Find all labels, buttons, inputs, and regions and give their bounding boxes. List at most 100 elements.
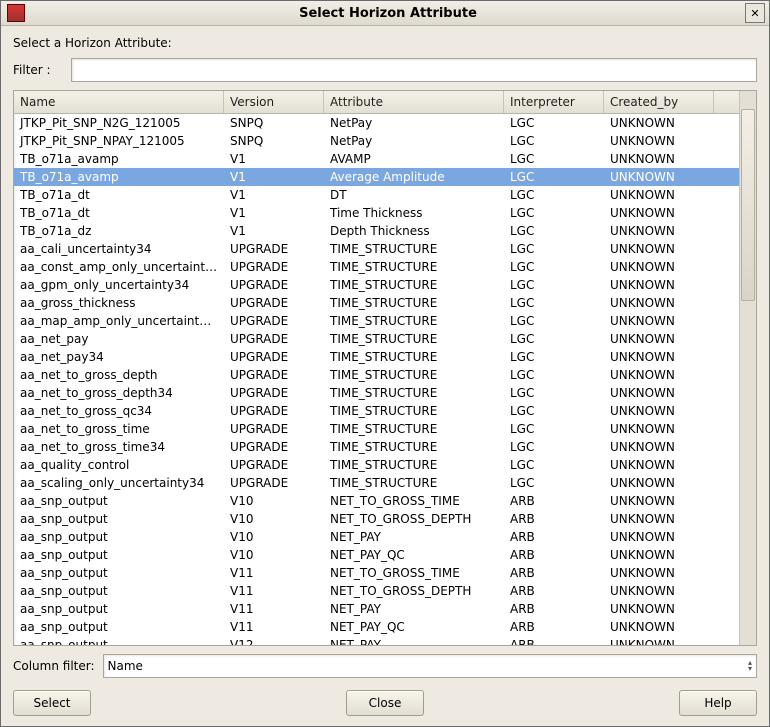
table-row[interactable]: aa_quality_controlUPGRADETIME_STRUCTUREL… <box>14 456 739 474</box>
table-cell: TIME_STRUCTURE <box>324 242 504 256</box>
table-cell: UNKNOWN <box>604 422 714 436</box>
title-bar[interactable]: Select Horizon Attribute ✕ <box>1 1 769 26</box>
window-title: Select Horizon Attribute <box>31 6 745 21</box>
table-cell: UPGRADE <box>224 278 324 292</box>
col-header-version[interactable]: Version <box>224 91 324 113</box>
table-row[interactable]: aa_snp_outputV10NET_PAY_QCARBUNKNOWN <box>14 546 739 564</box>
filter-label: Filter : <box>13 63 63 77</box>
table-cell: TIME_STRUCTURE <box>324 404 504 418</box>
close-button[interactable]: Close <box>346 690 424 716</box>
table-cell: V10 <box>224 512 324 526</box>
table-cell: aa_const_amp_only_uncertainty34 <box>14 260 224 274</box>
table-cell: LGC <box>504 314 604 328</box>
col-header-createdby[interactable]: Created_by <box>604 91 714 113</box>
table-cell: SNPQ <box>224 134 324 148</box>
table-cell: Depth Thickness <box>324 224 504 238</box>
table-row[interactable]: TB_o71a_dtV1Time ThicknessLGCUNKNOWN <box>14 204 739 222</box>
vertical-scrollbar[interactable] <box>739 91 756 645</box>
table-cell: TIME_STRUCTURE <box>324 476 504 490</box>
table-row[interactable]: aa_scaling_only_uncertainty34UPGRADETIME… <box>14 474 739 492</box>
table-row[interactable]: TB_o71a_avampV1AVAMPLGCUNKNOWN <box>14 150 739 168</box>
table-cell: ARB <box>504 584 604 598</box>
table-row[interactable]: aa_snp_outputV11NET_PAY_QCARBUNKNOWN <box>14 618 739 636</box>
table-cell: aa_map_amp_only_uncertainty34 <box>14 314 224 328</box>
table-cell: UPGRADE <box>224 368 324 382</box>
table-row[interactable]: aa_gpm_only_uncertainty34UPGRADETIME_STR… <box>14 276 739 294</box>
table-row[interactable]: aa_net_to_gross_depthUPGRADETIME_STRUCTU… <box>14 366 739 384</box>
table-row[interactable]: aa_gross_thicknessUPGRADETIME_STRUCTUREL… <box>14 294 739 312</box>
table-cell: LGC <box>504 350 604 364</box>
table-row[interactable]: aa_net_to_gross_depth34UPGRADETIME_STRUC… <box>14 384 739 402</box>
table-cell: V10 <box>224 548 324 562</box>
table-row[interactable]: aa_net_pay34UPGRADETIME_STRUCTURELGCUNKN… <box>14 348 739 366</box>
table-cell: LGC <box>504 386 604 400</box>
table-row[interactable]: aa_snp_outputV11NET_PAYARBUNKNOWN <box>14 600 739 618</box>
table-cell: ARB <box>504 548 604 562</box>
table-body[interactable]: JTKP_Pit_SNP_N2G_121005SNPQNetPayLGCUNKN… <box>14 114 739 645</box>
table-cell: DT <box>324 188 504 202</box>
table-cell: UPGRADE <box>224 404 324 418</box>
table-cell: SNPQ <box>224 116 324 130</box>
table-cell: NET_TO_GROSS_DEPTH <box>324 584 504 598</box>
table-row[interactable]: aa_map_amp_only_uncertainty34UPGRADETIME… <box>14 312 739 330</box>
table-cell: TIME_STRUCTURE <box>324 368 504 382</box>
table-cell: LGC <box>504 242 604 256</box>
table-cell: aa_snp_output <box>14 494 224 508</box>
scrollbar-thumb[interactable] <box>741 109 755 301</box>
table-cell: NET_PAY <box>324 530 504 544</box>
table-row[interactable]: aa_net_to_gross_qc34UPGRADETIME_STRUCTUR… <box>14 402 739 420</box>
table-row[interactable]: JTKP_Pit_SNP_N2G_121005SNPQNetPayLGCUNKN… <box>14 114 739 132</box>
col-header-name[interactable]: Name <box>14 91 224 113</box>
table-cell: NetPay <box>324 116 504 130</box>
table-cell: TIME_STRUCTURE <box>324 260 504 274</box>
table-row[interactable]: TB_o71a_dzV1Depth ThicknessLGCUNKNOWN <box>14 222 739 240</box>
table-cell: LGC <box>504 404 604 418</box>
table-row[interactable]: TB_o71a_avampV1Average AmplitudeLGCUNKNO… <box>14 168 739 186</box>
table-cell: NET_PAY <box>324 638 504 645</box>
select-button[interactable]: Select <box>13 690 91 716</box>
close-icon[interactable]: ✕ <box>745 3 765 23</box>
col-header-attribute[interactable]: Attribute <box>324 91 504 113</box>
table-row[interactable]: aa_net_to_gross_timeUPGRADETIME_STRUCTUR… <box>14 420 739 438</box>
table-row[interactable]: aa_cali_uncertainty34UPGRADETIME_STRUCTU… <box>14 240 739 258</box>
table-row[interactable]: aa_snp_outputV10NET_PAYARBUNKNOWN <box>14 528 739 546</box>
column-filter-combo[interactable]: Name ▴▾ <box>103 654 757 678</box>
table-row[interactable]: aa_snp_outputV11NET_TO_GROSS_TIMEARBUNKN… <box>14 564 739 582</box>
table-row[interactable]: aa_snp_outputV12NET_PAYARBUNKNOWN <box>14 636 739 645</box>
table-cell: V1 <box>224 188 324 202</box>
table-row[interactable]: aa_snp_outputV10NET_TO_GROSS_DEPTHARBUNK… <box>14 510 739 528</box>
table-cell: UNKNOWN <box>604 512 714 526</box>
column-filter-row: Column filter: Name ▴▾ <box>13 654 757 678</box>
table-cell: LGC <box>504 116 604 130</box>
table-cell: V12 <box>224 638 324 645</box>
table-cell: UPGRADE <box>224 476 324 490</box>
table-cell: UNKNOWN <box>604 278 714 292</box>
table-row[interactable]: aa_snp_outputV11NET_TO_GROSS_DEPTHARBUNK… <box>14 582 739 600</box>
table-row[interactable]: aa_const_amp_only_uncertainty34UPGRADETI… <box>14 258 739 276</box>
table-cell: UPGRADE <box>224 440 324 454</box>
table-cell: aa_snp_output <box>14 566 224 580</box>
table[interactable]: Name Version Attribute Interpreter Creat… <box>14 91 739 645</box>
table-cell: LGC <box>504 476 604 490</box>
table-cell: LGC <box>504 170 604 184</box>
table-row[interactable]: JTKP_Pit_SNP_NPAY_121005SNPQNetPayLGCUNK… <box>14 132 739 150</box>
table-cell: LGC <box>504 152 604 166</box>
table-row[interactable]: TB_o71a_dtV1DTLGCUNKNOWN <box>14 186 739 204</box>
content-area: Select a Horizon Attribute: Filter : Nam… <box>1 26 769 726</box>
table-row[interactable]: aa_snp_outputV10NET_TO_GROSS_TIMEARBUNKN… <box>14 492 739 510</box>
table-cell: UNKNOWN <box>604 188 714 202</box>
table-cell: TIME_STRUCTURE <box>324 440 504 454</box>
table-cell: V10 <box>224 494 324 508</box>
table-cell: NetPay <box>324 134 504 148</box>
help-button[interactable]: Help <box>679 690 757 716</box>
table-header[interactable]: Name Version Attribute Interpreter Creat… <box>14 91 739 114</box>
spinner-icon: ▴▾ <box>748 660 752 672</box>
filter-input[interactable] <box>71 58 757 82</box>
table-row[interactable]: aa_net_to_gross_time34UPGRADETIME_STRUCT… <box>14 438 739 456</box>
table-cell: Time Thickness <box>324 206 504 220</box>
table-cell: TIME_STRUCTURE <box>324 332 504 346</box>
table-row[interactable]: aa_net_payUPGRADETIME_STRUCTURELGCUNKNOW… <box>14 330 739 348</box>
table-cell: aa_net_pay34 <box>14 350 224 364</box>
filter-row: Filter : <box>13 58 757 82</box>
col-header-interpreter[interactable]: Interpreter <box>504 91 604 113</box>
